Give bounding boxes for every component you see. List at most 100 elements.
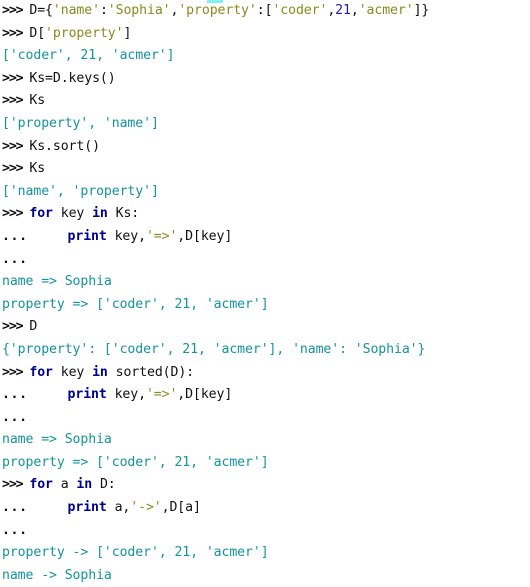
code-token-prompt: >>> (2, 93, 30, 109)
code-token-kw: for (29, 206, 53, 222)
code-token-prompt: >>> (2, 364, 30, 380)
code-token-plain: Ks.sort() (29, 138, 100, 154)
code-token-kw: print (67, 387, 107, 403)
code-token-prompt: >>> (2, 25, 30, 41)
code-token-kw: for (29, 477, 53, 493)
console-line: >>> D (0, 316, 530, 339)
console-line: name => Sophia (0, 271, 530, 294)
code-token-out: ['coder', 21, 'acmer'] (2, 48, 175, 64)
code-token-str: 'property' (178, 3, 257, 18)
code-token-plain: key, (106, 387, 146, 403)
code-token-plain: :[ (256, 3, 273, 18)
console-line: property => ['coder', 21, 'acmer'] (0, 452, 530, 475)
code-token-plain: Ks=D.keys() (29, 70, 116, 86)
code-token-str: 'name' (52, 3, 100, 18)
code-token-plain: D[ (29, 25, 46, 41)
code-token-dots: ... (2, 409, 37, 425)
python-console[interactable]: >>> D={'name':'Sophia','property':['code… (0, 0, 530, 583)
console-line: ... (0, 407, 530, 430)
code-token-str: '=>' (145, 387, 178, 403)
code-token-prompt: >>> (2, 206, 30, 222)
code-token-plain: D: (92, 477, 116, 493)
console-line: ... print a,'->',D[a] (0, 497, 530, 520)
code-token-kw: print (67, 228, 107, 244)
code-token-plain: a (52, 477, 77, 493)
code-token-kw: in (76, 477, 93, 493)
code-token-kw: in (92, 206, 108, 222)
code-token-str: 'coder' (272, 3, 328, 18)
console-line: >>> Ks (0, 90, 530, 113)
code-token-str: 'acmer' (358, 3, 414, 18)
console-line: property => ['coder', 21, 'acmer'] (0, 294, 530, 317)
console-line: >>> for key in Ks: (0, 203, 530, 226)
console-line: ['coder', 21, 'acmer'] (0, 45, 530, 68)
console-line: >>> D={'name':'Sophia', 'property':['code… (0, 0, 530, 23)
code-token-prompt: >>> (2, 70, 30, 86)
code-token-dots: ... (2, 251, 37, 267)
code-token-prompt: >>> (2, 138, 30, 154)
code-token-num: 21 (335, 3, 351, 18)
code-token-plain: Ks (29, 93, 46, 109)
code-token-plain: , (350, 3, 359, 18)
code-token-out: property => ['coder', 21, 'acmer'] (2, 296, 269, 312)
code-token-plain: , (327, 3, 336, 18)
console-line: >>> for key in sorted(D): (0, 362, 530, 385)
code-token-prompt: >>> (2, 319, 30, 335)
code-token-out: name => Sophia (2, 432, 112, 448)
code-token-plain: ,D[key] (177, 387, 233, 403)
code-token-str: 'property' (45, 25, 124, 41)
code-token-plain: D (29, 319, 38, 335)
console-line: >>> D['property'] (0, 23, 530, 46)
code-token-plain: Ks (29, 161, 46, 177)
code-token-plain: ,D[a] (161, 500, 201, 516)
console-line: >>> for a in D: (0, 474, 530, 497)
console-line: >>> Ks (0, 158, 530, 181)
code-token-plain: Ks: (107, 206, 140, 222)
code-token-kw: print (67, 500, 107, 516)
console-line: property -> ['coder', 21, 'acmer'] (0, 542, 530, 565)
console-line: ... print key,'=>',D[key] (0, 226, 530, 249)
console-line: ['property', 'name'] (0, 113, 530, 136)
console-line: ... (0, 249, 530, 272)
code-token-prompt: >>> (2, 161, 30, 177)
code-token-str: '=>' (145, 228, 178, 244)
code-token-plain: ]} (413, 3, 430, 18)
code-token-plain: ,D[key] (177, 228, 233, 244)
console-line: ... print key,'=>',D[key] (0, 384, 530, 407)
code-token-plain: D={ (29, 3, 53, 18)
code-token-plain: key, (106, 228, 146, 244)
code-token-kw: for (29, 364, 53, 380)
code-token-out: ['property', 'name'] (2, 115, 159, 131)
code-token-out: ['name', 'property'] (2, 183, 159, 199)
selection-highlight-artifact (207, 0, 223, 3)
code-token-prompt: >>> (2, 477, 30, 493)
code-token-plain: key (52, 206, 93, 222)
console-line: >>> Ks=D.keys() (0, 68, 530, 91)
console-output-area[interactable]: >>> D={'name':'Sophia','property':['code… (0, 0, 530, 587)
code-token-dots: ... (2, 228, 37, 244)
code-token-out: name => Sophia (2, 274, 112, 290)
code-token-prompt: >>> (2, 3, 30, 18)
code-token-str: 'Sophia' (107, 3, 171, 18)
code-token-dots: ... (2, 387, 37, 403)
code-token-plain: ] (123, 25, 132, 41)
code-token-plain: sorted(D): (107, 364, 195, 380)
code-token-plain: : (99, 3, 108, 18)
console-line: name -> Sophia (0, 565, 530, 587)
console-line: {'property': ['coder', 21, 'acmer'], 'na… (0, 339, 530, 362)
code-token-out: property -> ['coder', 21, 'acmer'] (2, 545, 269, 561)
code-token-plain: a, (106, 500, 131, 516)
console-line: ... (0, 520, 530, 543)
console-line: ['name', 'property'] (0, 181, 530, 204)
code-token-dots: ... (2, 500, 37, 516)
console-line: >>> Ks.sort() (0, 136, 530, 159)
code-token-kw: in (92, 364, 108, 380)
code-token-out: property => ['coder', 21, 'acmer'] (2, 454, 269, 470)
code-token-out: {'property': ['coder', 21, 'acmer'], 'na… (2, 341, 426, 357)
console-line: name => Sophia (0, 429, 530, 452)
code-token-out: name -> Sophia (2, 567, 112, 583)
code-token-str: '->' (130, 500, 162, 516)
